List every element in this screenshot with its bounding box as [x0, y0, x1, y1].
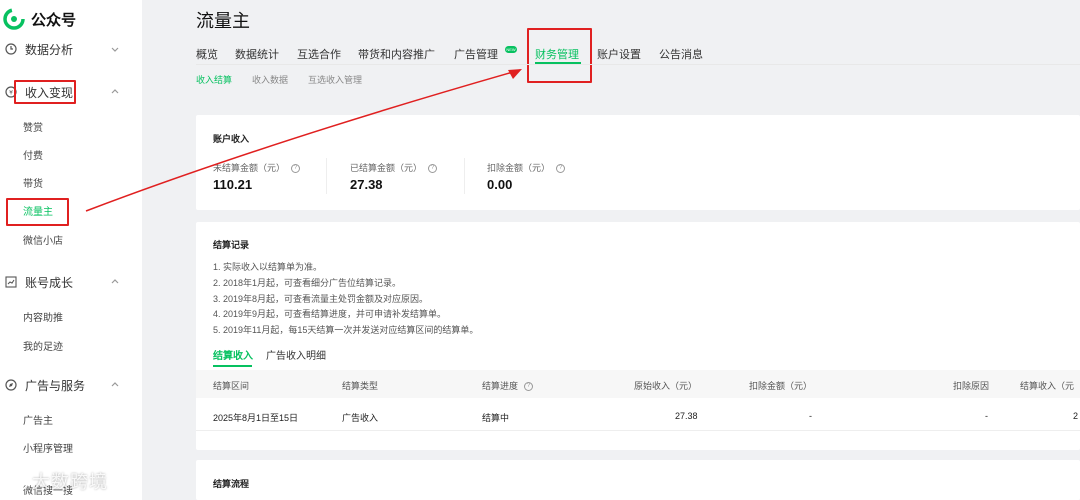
watermark: 大数跨境 [6, 468, 108, 494]
subtab-mutual-income[interactable]: 互选收入管理 [308, 73, 362, 86]
chevron-down-icon [111, 47, 119, 52]
sidebar-item-my-footprint[interactable]: 我的足迹 [23, 341, 63, 355]
compass-icon [4, 378, 18, 392]
sidebar-item-sales[interactable]: 带货 [23, 178, 43, 192]
column-header-reason: 扣除原因 [953, 381, 990, 391]
wechat-official-logo-icon [3, 8, 25, 30]
table-row-divider [196, 430, 1080, 431]
cell-original: 27.38 [675, 411, 698, 421]
cell-type: 广告收入 [342, 413, 379, 423]
settlement-flow-card [196, 460, 1080, 500]
app-name: 公众号 [31, 11, 77, 29]
watermark-logo-icon [9, 471, 29, 491]
trend-icon [4, 275, 18, 289]
stat-value-unsettled: 110.21 [213, 177, 253, 192]
highlight-box-finance-tab [527, 28, 592, 83]
tabs-divider [196, 64, 1080, 65]
cell-progress: 结算中 [482, 413, 510, 423]
help-icon[interactable]: ? [428, 164, 438, 174]
sidebar-item-paid[interactable]: 付费 [23, 150, 43, 164]
chevron-up-icon [111, 382, 119, 387]
sidebar-item-reward[interactable]: 赞赏 [23, 122, 43, 136]
stat-value-settled: 27.38 [350, 177, 383, 192]
settlement-records-card [196, 222, 1080, 450]
chevron-up-icon [111, 89, 119, 94]
active-records-tab-indicator [213, 365, 252, 367]
help-icon[interactable]: ? [556, 164, 566, 174]
highlight-box-monetization [14, 80, 76, 104]
sidebar-group-growth[interactable]: 账号成长 [0, 269, 142, 295]
column-header-period: 结算区间 [213, 381, 250, 391]
cell-deduct: - [809, 411, 812, 421]
subtab-settlement[interactable]: 收入结算 [196, 73, 232, 86]
divider [326, 158, 327, 194]
tab-announcements[interactable]: 公告消息 [659, 46, 703, 62]
note-item: 1. 实际收入以结算单为准。 [213, 262, 323, 272]
chevron-up-icon [111, 279, 119, 284]
tab-overview[interactable]: 概览 [196, 46, 218, 62]
new-badge: NEW [505, 46, 517, 53]
settlement-flow-title: 结算流程 [213, 479, 250, 489]
svg-text:¥: ¥ [9, 90, 13, 97]
cell-reason: - [985, 411, 988, 421]
account-income-title: 账户收入 [213, 134, 250, 144]
logo[interactable]: 公众号 [3, 6, 76, 32]
tab-sales-promotion[interactable]: 带货和内容推广 [358, 46, 435, 62]
column-header-original: 原始收入（元） [634, 381, 698, 391]
tab-mutual-selection[interactable]: 互选合作 [297, 46, 341, 62]
note-item: 5. 2019年11月起，每15天结算一次并发送对应结算区间的结算单。 [213, 325, 479, 335]
divider [464, 158, 465, 194]
cell-settled: 2 [1073, 411, 1079, 421]
column-header-settled: 结算收入（元 [1020, 381, 1075, 391]
sidebar-item-miniprogram[interactable]: 小程序管理 [23, 443, 73, 457]
column-header-progress: 结算进度? [482, 379, 534, 392]
stat-label-unsettled: 未结算金额（元）? [213, 161, 301, 174]
tab-account-settings[interactable]: 账户设置 [597, 46, 641, 62]
tab-settled-income[interactable]: 结算收入 [213, 347, 253, 362]
sidebar: 公众号 数据分析 ¥ 收入变现 赞赏 付费 带货 流量主 微信小店 账号成长 内… [0, 0, 142, 500]
page-title: 流量主 [196, 11, 250, 31]
sidebar-group-data-analysis[interactable]: 数据分析 [0, 36, 142, 62]
help-icon[interactable]: ? [291, 164, 301, 174]
help-icon[interactable]: ? [524, 382, 534, 392]
sidebar-group-label: 账号成长 [25, 275, 74, 290]
watermark-text: 大数跨境 [32, 472, 108, 492]
tab-ad-income-detail[interactable]: 广告收入明细 [266, 347, 326, 362]
account-income-card [196, 115, 1080, 210]
settlement-records-title: 结算记录 [213, 240, 250, 250]
cell-period: 2025年8月1日至15日 [213, 413, 299, 423]
sidebar-item-wechat-store[interactable]: 微信小店 [23, 235, 63, 249]
note-item: 2. 2018年1月起，可查看细分广告位结算记录。 [213, 278, 402, 288]
sidebar-group-label: 广告与服务 [25, 378, 86, 393]
subtab-income-data[interactable]: 收入数据 [252, 73, 288, 86]
note-item: 4. 2019年9月起，可查看结算进度，并可申请补发结算单。 [213, 309, 447, 319]
note-item: 3. 2019年8月起，可查看流量主处罚金额及对应原因。 [213, 294, 429, 304]
stat-label-settled: 已结算金额（元）? [350, 161, 438, 174]
sidebar-group-label: 数据分析 [25, 42, 74, 57]
column-header-type: 结算类型 [342, 381, 379, 391]
highlight-box-traffic-owner [6, 198, 69, 226]
stat-label-deducted: 扣除金额（元）? [487, 161, 566, 174]
sidebar-item-advertiser[interactable]: 广告主 [23, 415, 53, 429]
sidebar-group-ads-services[interactable]: 广告与服务 [0, 372, 142, 398]
sidebar-item-content-boost[interactable]: 内容助推 [23, 312, 63, 326]
stat-value-deducted: 0.00 [487, 177, 513, 192]
tab-statistics[interactable]: 数据统计 [235, 46, 279, 62]
clock-icon [4, 42, 18, 56]
tab-ad-management[interactable]: 广告管理 [454, 46, 498, 62]
column-header-deduct: 扣除金额（元） [749, 381, 813, 391]
